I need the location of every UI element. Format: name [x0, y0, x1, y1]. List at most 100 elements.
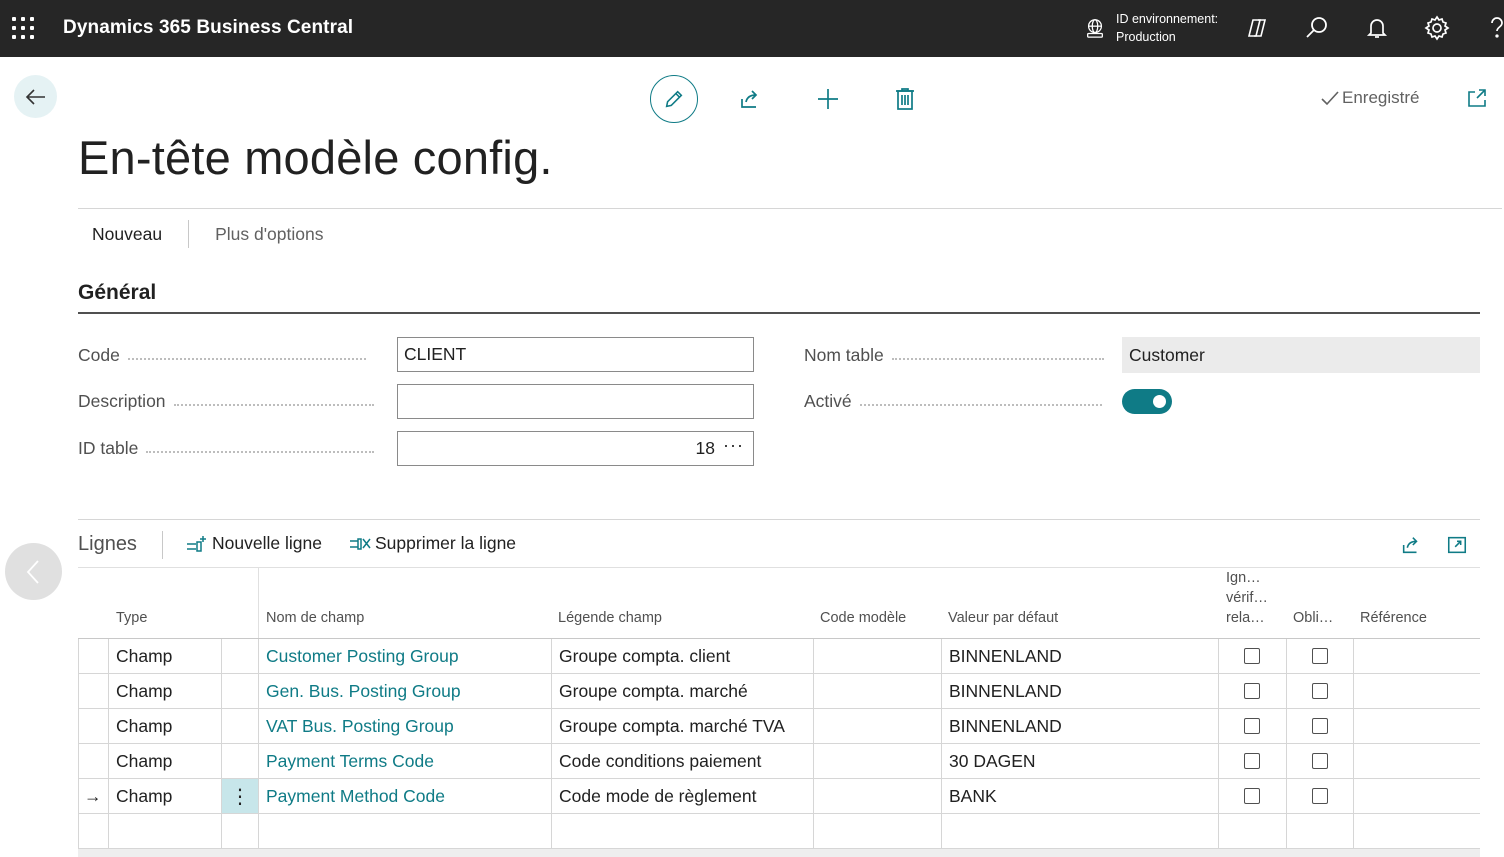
cell-template-code[interactable] [813, 744, 941, 778]
side-navigation-button[interactable] [5, 543, 62, 600]
new-line-button[interactable]: Nouvelle ligne [186, 533, 322, 554]
cell-field-caption[interactable]: Code mode de règlement [551, 779, 813, 813]
cell-reference[interactable] [1353, 744, 1480, 778]
cell-type[interactable]: Champ [108, 709, 221, 743]
cell-field-caption[interactable]: Groupe compta. marché TVA [551, 709, 813, 743]
table-row[interactable]: Champ Customer Posting Group Groupe compta… [78, 639, 1480, 674]
row-actions-menu[interactable] [222, 709, 258, 743]
cell-default-value[interactable]: BANK [941, 779, 1218, 813]
table-row[interactable]: → Champ ⋮ Payment Method Code Code mode de r… [78, 779, 1480, 814]
ignore-relation-checkbox[interactable] [1244, 788, 1260, 804]
cell-ignore-relation [1218, 709, 1286, 743]
cell-ignore-relation [1218, 779, 1286, 813]
active-toggle[interactable] [1122, 389, 1172, 414]
delete-button[interactable] [881, 75, 929, 123]
cell-template-code[interactable] [813, 779, 941, 813]
cell-field-name[interactable]: Payment Terms Code [258, 744, 551, 778]
cell-default-value[interactable]: 30 DAGEN [941, 744, 1218, 778]
row-actions-menu[interactable] [222, 744, 258, 778]
cell-field-name[interactable]: Customer Posting Group [258, 639, 551, 673]
cell-default-value[interactable]: BINNENLAND [941, 674, 1218, 708]
mandatory-checkbox[interactable] [1311, 683, 1328, 699]
cell-type[interactable]: Champ [108, 639, 221, 673]
table-id-label-text: ID table [78, 438, 139, 458]
app-launcher-icon[interactable] [12, 17, 34, 39]
lines-share-icon[interactable] [1400, 534, 1422, 556]
mandatory-checkbox[interactable] [1311, 648, 1328, 664]
search-icon[interactable] [1304, 15, 1330, 41]
cell-field-caption[interactable]: Groupe compta. marché [551, 674, 813, 708]
menu-more-options[interactable]: Plus d'options [201, 224, 323, 245]
ignore-relation-checkbox[interactable] [1244, 718, 1260, 734]
row-actions-menu[interactable] [222, 639, 258, 673]
column-header-default-value[interactable]: Valeur par défaut [948, 608, 1058, 628]
column-header-reference[interactable]: Référence [1360, 608, 1427, 628]
cell-type[interactable]: Champ [108, 674, 221, 708]
row-indicator [78, 744, 108, 778]
copilot-icon[interactable] [1244, 15, 1270, 41]
ignore-relation-checkbox[interactable] [1244, 648, 1260, 664]
description-input[interactable] [397, 384, 754, 419]
cell-reference[interactable] [1353, 779, 1480, 813]
cell-reference[interactable] [1353, 639, 1480, 673]
table-row[interactable]: Champ VAT Bus. Posting Group Groupe compta… [78, 709, 1480, 744]
checkmark-icon [1321, 91, 1339, 106]
cell-mandatory [1286, 744, 1353, 778]
mandatory-checkbox[interactable] [1311, 718, 1328, 734]
cell-template-code[interactable] [813, 709, 941, 743]
code-input[interactable]: CLIENT [397, 337, 754, 372]
cell-template-code[interactable] [813, 639, 941, 673]
help-icon[interactable] [1484, 15, 1504, 41]
column-header-field-caption[interactable]: Légende champ [558, 608, 662, 628]
notification-bell-icon[interactable] [1364, 15, 1390, 41]
app-title[interactable]: Dynamics 365 Business Central [63, 17, 353, 39]
settings-gear-icon[interactable] [1424, 15, 1450, 41]
cell-default-value[interactable]: BINNENLAND [941, 709, 1218, 743]
section-general-title[interactable]: Général [78, 281, 156, 305]
table-row-empty[interactable] [78, 814, 1480, 849]
cell-default-value[interactable]: BINNENLAND [941, 639, 1218, 673]
cell-field-name[interactable]: Gen. Bus. Posting Group [258, 674, 551, 708]
column-header-mandatory[interactable]: Obli… [1293, 608, 1333, 628]
table-id-input[interactable]: 18 ··· [397, 431, 754, 466]
new-line-icon [187, 535, 206, 552]
expand-icon[interactable] [1446, 534, 1468, 556]
delete-line-button[interactable]: Supprimer la ligne [349, 533, 516, 554]
cell-reference[interactable] [1353, 709, 1480, 743]
ignore-relation-checkbox[interactable] [1244, 753, 1260, 769]
column-header-type[interactable]: Type [116, 608, 147, 628]
grid-scrollbar[interactable] [78, 849, 1480, 857]
mandatory-checkbox[interactable] [1311, 788, 1328, 804]
edit-button[interactable] [650, 75, 698, 123]
back-button[interactable] [14, 75, 57, 118]
cell-field-name[interactable]: VAT Bus. Posting Group [258, 709, 551, 743]
column-header-template-code[interactable]: Code modèle [820, 608, 906, 628]
column-header-ignore-relation[interactable]: Ign… vérif… rela… [1226, 568, 1268, 628]
row-menu-icon: ⋮ [230, 785, 250, 808]
cell-type[interactable]: Champ [108, 779, 221, 813]
trash-icon [896, 88, 914, 110]
table-id-label: ID table [78, 438, 375, 459]
column-header-field-name[interactable]: Nom de champ [266, 608, 364, 628]
mandatory-checkbox[interactable] [1311, 753, 1328, 769]
lines-title[interactable]: Lignes [78, 533, 137, 556]
table-row[interactable]: Champ Payment Terms Code Code conditions p… [78, 744, 1480, 779]
cell-reference[interactable] [1353, 674, 1480, 708]
row-actions-menu[interactable]: ⋮ [222, 779, 258, 813]
cell-mandatory [1286, 639, 1353, 673]
cell-template-code[interactable] [813, 674, 941, 708]
cell-field-name[interactable]: Payment Method Code [258, 779, 551, 813]
ignore-relation-checkbox[interactable] [1244, 683, 1260, 699]
table-row[interactable]: Champ Gen. Bus. Posting Group Groupe compt… [78, 674, 1480, 709]
table-name-label-text: Nom table [804, 345, 884, 365]
open-new-window-icon[interactable] [1466, 87, 1488, 109]
cell-type[interactable]: Champ [108, 744, 221, 778]
cell-field-caption[interactable]: Code conditions paiement [551, 744, 813, 778]
share-button[interactable] [726, 75, 774, 123]
row-actions-menu[interactable] [222, 674, 258, 708]
table-id-lookup-button[interactable]: ··· [723, 435, 744, 456]
menu-new[interactable]: Nouveau [78, 224, 176, 245]
new-record-button[interactable] [804, 75, 852, 123]
environment-label[interactable]: ID environnement: Production [1116, 10, 1218, 46]
cell-field-caption[interactable]: Groupe compta. client [551, 639, 813, 673]
